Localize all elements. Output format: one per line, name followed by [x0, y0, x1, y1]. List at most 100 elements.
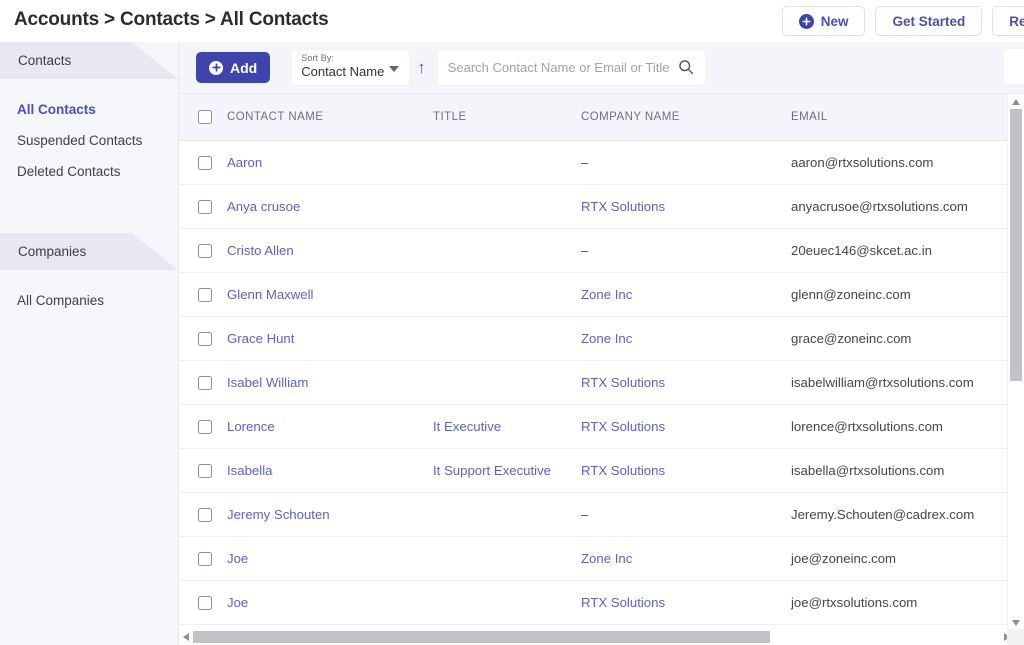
cell-title-text: It Support Executive [433, 463, 552, 478]
cell-contact-name[interactable]: Aaron [227, 140, 433, 185]
row-checkbox[interactable] [198, 507, 212, 522]
list-toolbar: Add Sort By: Contact Name ↑ [179, 42, 1024, 94]
row-checkbox[interactable] [198, 331, 212, 346]
table-row[interactable]: Jeremy Schouten – Jeremy.Schouten@cadrex.c… [179, 492, 1007, 537]
cell-title[interactable] [433, 316, 581, 361]
cell-contact-name[interactable]: Lorence [227, 404, 433, 449]
cell-contact-name[interactable]: Joe [227, 580, 433, 625]
cell-email: isabella@rtxsolutions.com [791, 448, 1007, 493]
cell-email: aaron@rtxsolutions.com [791, 140, 1007, 185]
cell-contact-name[interactable]: Jeremy Schouten [227, 492, 433, 537]
column-header-email[interactable]: EMAIL [791, 94, 1007, 141]
sidebar-list-companies: All Companies [0, 285, 178, 316]
cell-contact-name-text: Grace Hunt [227, 331, 295, 346]
sidebar-item-deleted-contacts[interactable]: Deleted Contacts [0, 156, 178, 187]
sidebar: Contacts All Contacts Suspended Contacts… [0, 42, 179, 645]
cell-company-name: – [581, 228, 791, 273]
row-checkbox[interactable] [198, 419, 212, 434]
row-checkbox[interactable] [198, 595, 212, 610]
add-button-label: Add [230, 59, 258, 76]
table-row[interactable]: Isabel William RTX Solutions isabelwilliam… [179, 360, 1007, 405]
row-checkbox[interactable] [198, 463, 212, 478]
table-row[interactable]: Anya crusoe RTX Solutions anyacrusoe@rtxso… [179, 184, 1007, 229]
table-row[interactable]: Joe Zone Inc joe@zoneinc.com [179, 536, 1007, 581]
horizontal-scrollbar-thumb[interactable] [193, 631, 770, 643]
get-started-button[interactable]: Get Started [875, 6, 983, 36]
cell-title[interactable] [433, 184, 581, 229]
sidebar-item-all-companies[interactable]: All Companies [0, 285, 178, 316]
contacts-table: CONTACT NAME TITLE COMPANY NAME EMAIL Aa… [179, 94, 1007, 625]
row-checkbox[interactable] [198, 199, 212, 214]
cell-email: joe@zoneinc.com [791, 536, 1007, 581]
row-select-cell [179, 316, 227, 361]
cell-contact-name[interactable]: Cristo Allen [227, 228, 433, 273]
cell-contact-name[interactable]: Joe [227, 536, 433, 581]
cell-company-name[interactable]: Zone Inc [581, 272, 791, 317]
cell-email: joe@rtxsolutions.com [791, 580, 1007, 625]
cell-company-name[interactable]: RTX Solutions [581, 184, 791, 229]
cell-title[interactable] [433, 272, 581, 317]
sort-direction-toggle[interactable]: ↑ [415, 59, 428, 76]
cell-title[interactable]: It Support Executive [433, 448, 581, 493]
cell-title[interactable] [433, 580, 581, 625]
cell-company-name[interactable]: RTX Solutions [581, 448, 791, 493]
contacts-table-container: CONTACT NAME TITLE COMPANY NAME EMAIL Aa… [179, 94, 1024, 645]
cell-title[interactable] [433, 536, 581, 581]
cell-title[interactable] [433, 228, 581, 273]
row-checkbox[interactable] [198, 155, 212, 170]
scroll-down-arrow-icon[interactable] [1012, 620, 1020, 626]
table-row[interactable]: Lorence It Executive RTX Solutions lorence@… [179, 404, 1007, 449]
row-checkbox[interactable] [198, 551, 212, 566]
table-row[interactable]: Cristo Allen – 20euec146@skcet.ac.in [179, 228, 1007, 273]
cell-email: 20euec146@skcet.ac.in [791, 228, 1007, 273]
select-all-checkbox[interactable] [198, 110, 212, 124]
cell-company-name[interactable]: RTX Solutions [581, 404, 791, 449]
table-row[interactable]: Joe RTX Solutions joe@rtxsolutions.com [179, 580, 1007, 625]
cell-email-text: isabelwilliam@rtxsolutions.com [791, 375, 974, 390]
request-button[interactable]: Requ [992, 6, 1024, 36]
cell-company-name[interactable]: RTX Solutions [581, 360, 791, 405]
row-select-cell [179, 184, 227, 229]
cell-contact-name[interactable]: Glenn Maxwell [227, 272, 433, 317]
search-box [437, 50, 705, 85]
column-header-title[interactable]: TITLE [433, 94, 581, 141]
row-checkbox[interactable] [198, 287, 212, 302]
cell-contact-name[interactable]: Isabel William [227, 360, 433, 405]
search-icon[interactable] [678, 59, 694, 75]
sidebar-item-suspended-contacts[interactable]: Suspended Contacts [0, 125, 178, 156]
cell-contact-name[interactable]: Anya crusoe [227, 184, 433, 229]
cell-title[interactable] [433, 140, 581, 185]
cell-contact-name[interactable]: Isabella [227, 448, 433, 493]
new-button[interactable]: New [781, 6, 866, 36]
row-checkbox[interactable] [198, 243, 212, 258]
table-row[interactable]: Aaron – aaron@rtxsolutions.com [179, 140, 1007, 185]
vertical-scrollbar-thumb[interactable] [1010, 109, 1022, 381]
table-row[interactable]: Glenn Maxwell Zone Inc glenn@zoneinc.com [179, 272, 1007, 317]
scroll-left-arrow-icon[interactable] [183, 633, 189, 641]
row-select-cell [179, 272, 227, 317]
cell-title[interactable] [433, 360, 581, 405]
cell-email: Jeremy.Schouten@cadrex.com [791, 492, 1007, 537]
column-header-company-name[interactable]: COMPANY NAME [581, 94, 791, 141]
row-checkbox[interactable] [198, 375, 212, 390]
toolbar-overflow-stub[interactable] [1004, 49, 1024, 84]
column-header-contact-name[interactable]: CONTACT NAME [227, 94, 433, 141]
scroll-up-arrow-icon[interactable] [1012, 99, 1020, 105]
cell-contact-name-text: Isabella [227, 463, 273, 478]
cell-company-name[interactable]: Zone Inc [581, 536, 791, 581]
vertical-scrollbar[interactable] [1007, 94, 1024, 645]
horizontal-scrollbar[interactable] [180, 629, 1024, 645]
table-row[interactable]: Isabella It Support Executive RTX Solution… [179, 448, 1007, 493]
cell-company-name[interactable]: Zone Inc [581, 316, 791, 361]
sort-by-select[interactable]: Sort By: Contact Name [292, 50, 410, 85]
add-button[interactable]: Add [196, 52, 271, 83]
cell-title[interactable]: It Executive [433, 404, 581, 449]
search-input[interactable] [437, 50, 705, 85]
cell-company-name-text: Zone Inc [581, 287, 633, 302]
cell-contact-name[interactable]: Grace Hunt [227, 316, 433, 361]
cell-title[interactable] [433, 492, 581, 537]
table-row[interactable]: Grace Hunt Zone Inc grace@zoneinc.com [179, 316, 1007, 361]
sidebar-item-all-contacts[interactable]: All Contacts [0, 94, 178, 125]
cell-company-name[interactable]: RTX Solutions [581, 580, 791, 625]
